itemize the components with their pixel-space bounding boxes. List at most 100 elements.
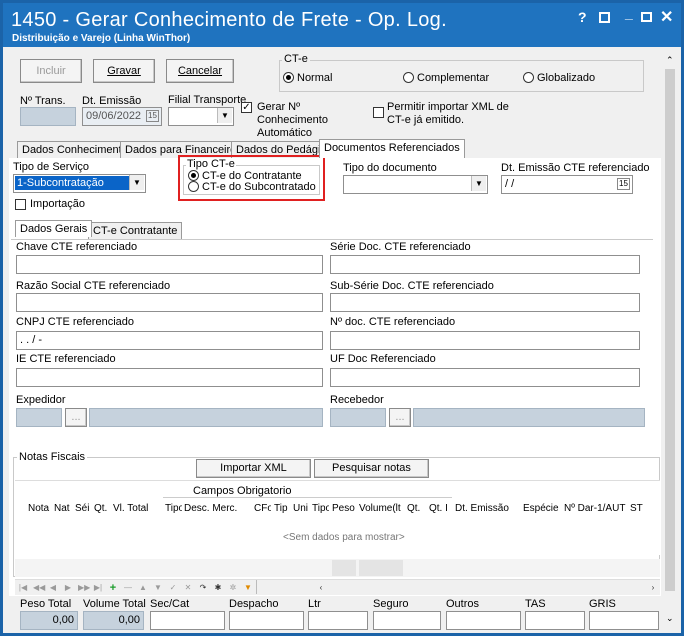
col-dt-emissao[interactable]: Dt. Emissão (455, 503, 509, 514)
refresh-icon[interactable]: ↷ (198, 583, 208, 593)
minimize-button[interactable]: _ (625, 5, 633, 21)
scroll-right-icon[interactable]: › (648, 583, 658, 593)
restore-icon[interactable] (599, 12, 610, 23)
delete-icon[interactable]: — (123, 583, 133, 593)
col-nota[interactable]: Nota (28, 503, 49, 514)
peso-total-field: 0,00 (20, 611, 78, 630)
next-page-fast-icon[interactable]: ▶▶ (78, 583, 90, 593)
recebedor-name-field[interactable] (413, 408, 645, 427)
first-page-icon[interactable]: |◀ (18, 583, 28, 593)
subserie-field[interactable] (330, 293, 640, 312)
radio-icon (403, 72, 414, 83)
expedidor-lookup-button[interactable]: ... (65, 408, 87, 427)
col-nat[interactable]: Nat (54, 503, 70, 514)
col-qt[interactable]: Qt. (94, 503, 107, 514)
prev-page-fast-icon[interactable]: ◀◀ (33, 583, 45, 593)
recebedor-code-field[interactable] (330, 408, 386, 427)
seguro-field[interactable] (373, 611, 441, 630)
gravar-button[interactable]: Gravar (93, 59, 155, 83)
chevron-down-icon[interactable]: ▼ (471, 176, 486, 191)
tipo-documento-select[interactable] (343, 175, 488, 194)
asterisk-icon[interactable]: ✱ (213, 583, 223, 593)
ndoc-field[interactable] (330, 331, 640, 350)
col-tipo[interactable]: Tipo (165, 503, 182, 514)
radio-cte-subcontratado[interactable]: CT-e do Subcontratado (188, 181, 316, 193)
radio-complementar[interactable]: Complementar (403, 72, 489, 84)
subtab-cte-contratante[interactable]: CT-e Contratante (88, 222, 183, 239)
ntrans-field[interactable] (20, 107, 76, 126)
expedidor-name-field[interactable] (89, 408, 323, 427)
permitir-checkbox[interactable] (373, 107, 384, 118)
col-cfo[interactable]: CFo (254, 503, 271, 514)
cnpj-field[interactable]: . . / - (16, 331, 323, 350)
col-qt-3[interactable]: Qt. I (429, 503, 448, 514)
help-button[interactable]: ? (578, 9, 587, 25)
subtab-dados-gerais[interactable]: Dados Gerais (15, 220, 93, 237)
cancelar-button[interactable]: Cancelar (166, 59, 234, 83)
col-qt-2[interactable]: Qt. (407, 503, 420, 514)
col-vl-total[interactable]: Vl. Total (113, 503, 148, 514)
col-peso[interactable]: Peso (332, 503, 355, 514)
scroll-down-icon[interactable]: ⌄ (666, 613, 674, 624)
scroll-left-icon[interactable]: ‹ (316, 583, 326, 593)
col-volume[interactable]: Volume(lt (359, 503, 404, 514)
gerar-checkbox[interactable]: ✓ (241, 102, 252, 113)
despacho-field[interactable] (229, 611, 304, 630)
dt-emissao-field[interactable]: 09/06/2022 15 (82, 107, 162, 126)
col-serie[interactable]: Séi (75, 503, 89, 514)
subtab-divider (11, 239, 653, 240)
calendar-icon[interactable]: 15 (617, 178, 630, 190)
radio-globalizado[interactable]: Globalizado (523, 72, 595, 84)
tipo-servico-select[interactable]: 1-Subcontratação (13, 174, 146, 193)
filter-icon[interactable]: ▼ (243, 583, 253, 593)
move-up-icon[interactable]: ▲ (138, 583, 148, 593)
calendar-icon[interactable]: 15 (146, 110, 159, 122)
close-icon[interactable]: ✕ (660, 7, 673, 27)
outros-field[interactable] (446, 611, 521, 630)
cancel-icon[interactable]: ✕ (183, 583, 193, 593)
clear-filter-icon[interactable]: ✲ (228, 583, 238, 593)
last-page-icon[interactable]: ▶| (93, 583, 103, 593)
col-especie[interactable]: Espécie (523, 503, 559, 514)
ltr-field[interactable] (308, 611, 368, 630)
uf-field[interactable] (330, 368, 640, 387)
razao-field[interactable] (16, 293, 323, 312)
tab-dados-conhecimento[interactable]: Dados Conhecimento (17, 141, 133, 158)
ie-field[interactable] (16, 368, 323, 387)
move-down-icon[interactable]: ▼ (153, 583, 163, 593)
prev-page-icon[interactable]: ◀ (48, 583, 58, 593)
chevron-down-icon[interactable]: ▼ (129, 175, 144, 190)
add-icon[interactable]: + (108, 583, 118, 594)
serie-field[interactable] (330, 255, 640, 274)
incluir-button[interactable]: Incluir (20, 59, 82, 83)
maximize-icon[interactable] (641, 12, 652, 22)
campos-obrigatorio-header: Campos Obrigatorio (193, 485, 292, 497)
scroll-up-icon[interactable]: ⌃ (666, 55, 674, 66)
tas-field[interactable] (525, 611, 585, 630)
col-ndar[interactable]: Nº Dar-1/AUT (564, 503, 625, 514)
pesquisar-notas-button[interactable]: Pesquisar notas (314, 459, 429, 478)
title-bar: 1450 - Gerar Conhecimento de Frete - Op.… (3, 3, 681, 47)
chave-field[interactable] (16, 255, 323, 274)
radio-normal[interactable]: Normal (283, 72, 332, 84)
recebedor-lookup-button[interactable]: ... (389, 408, 411, 427)
seccat-field[interactable] (150, 611, 225, 630)
next-page-icon[interactable]: ▶ (63, 583, 73, 593)
col-tip[interactable]: Tip (274, 503, 288, 514)
col-st[interactable]: ST (630, 503, 643, 514)
col-tipo-2[interactable]: Tipo (312, 503, 329, 514)
importacao-checkbox[interactable] (15, 199, 26, 210)
dt-emissao-ref-field[interactable]: / / 15 (501, 175, 633, 194)
radio-icon (188, 170, 199, 181)
scrollbar-thumb[interactable] (665, 69, 675, 591)
chevron-down-icon[interactable]: ▼ (217, 108, 232, 123)
col-desc-merc[interactable]: Desc. Merc. (184, 503, 237, 514)
expedidor-code-field[interactable] (16, 408, 62, 427)
col-uni[interactable]: Uni (293, 503, 308, 514)
tab-documentos-referenciados[interactable]: Documentos Referenciados (319, 139, 465, 158)
confirm-icon[interactable]: ✓ (168, 583, 178, 593)
importar-xml-button[interactable]: Importar XML (196, 459, 311, 478)
razao-label: Razão Social CTE referenciado (16, 280, 171, 292)
application-window: 1450 - Gerar Conhecimento de Frete - Op.… (0, 0, 684, 636)
gris-field[interactable] (589, 611, 659, 630)
